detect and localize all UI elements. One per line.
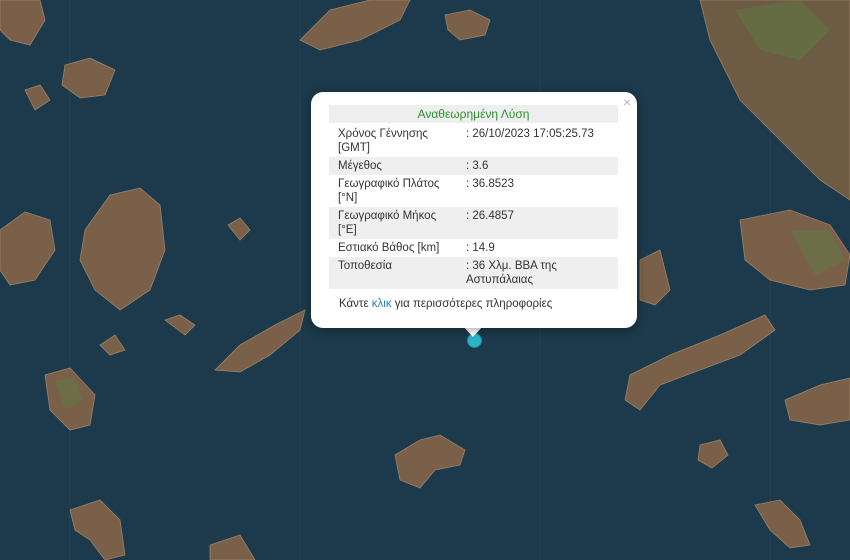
label-magnitude: Μέγεθος xyxy=(329,157,457,175)
value-origin-time: : 26/10/2023 17:05:25.73 xyxy=(466,128,594,140)
value-latitude: : 36.8523 xyxy=(466,178,514,190)
label-latitude: Γεωγραφικό Πλάτος [°N] xyxy=(338,178,440,204)
label-origin-time: Χρόνος Γέννησης [GMT] xyxy=(338,128,428,154)
value-longitude: : 26.4857 xyxy=(457,207,618,239)
more-suffix: για περισσότερες πληροφορίες xyxy=(391,298,553,310)
popup-title: Αναθεωρημένη Λύση xyxy=(329,105,618,123)
value-location: : 36 Χλμ. ΒΒΑ της Αστυπάλαιας xyxy=(457,257,618,289)
more-prefix: Κάντε xyxy=(339,298,372,310)
table-row: Τοποθεσία : 36 Χλμ. ΒΒΑ της Αστυπάλαιας xyxy=(329,257,618,289)
value-depth: : 14.9 xyxy=(466,242,495,254)
table-row: Μέγεθος : 3.6 xyxy=(329,157,618,175)
details-table: Χρόνος Γέννησης [GMT] : 26/10/2023 17:05… xyxy=(329,125,618,289)
table-row: Γεωγραφικό Μήκος [°E] : 26.4857 xyxy=(329,207,618,239)
value-magnitude: : 3.6 xyxy=(457,157,618,175)
earthquake-info-popup: × Αναθεωρημένη Λύση Χρόνος Γέννησης [GMT… xyxy=(311,92,637,328)
more-info-text: Κάντε κλικ για περισσότερες πληροφορίες xyxy=(339,298,552,310)
table-row: Χρόνος Γέννησης [GMT] : 26/10/2023 17:05… xyxy=(329,125,618,157)
table-row: Γεωγραφικό Πλάτος [°N] : 36.8523 xyxy=(329,175,618,207)
close-icon[interactable]: × xyxy=(623,95,631,109)
more-info-link[interactable]: κλικ xyxy=(372,298,392,310)
label-depth: Εστιακό Βάθος [km] xyxy=(338,242,440,254)
label-longitude: Γεωγραφικό Μήκος [°E] xyxy=(329,207,457,239)
label-location: Τοποθεσία xyxy=(329,257,457,289)
table-row: Εστιακό Βάθος [km] : 14.9 xyxy=(329,239,618,257)
